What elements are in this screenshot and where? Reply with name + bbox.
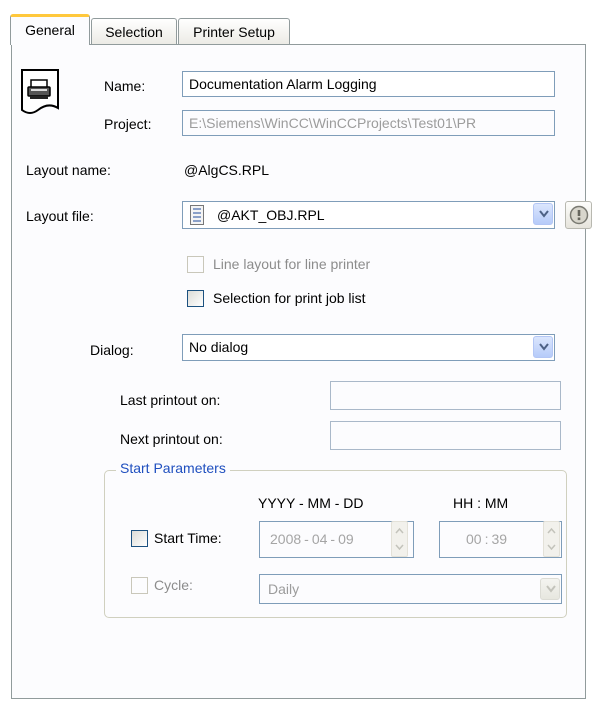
tab-printer-setup[interactable]: Printer Setup bbox=[178, 18, 290, 44]
start-minute: 39 bbox=[491, 531, 508, 547]
selection-print-checkbox[interactable] bbox=[187, 290, 204, 307]
chevron-down-icon bbox=[539, 210, 549, 218]
name-label: Name: bbox=[104, 78, 146, 94]
dialog-combo[interactable]: No dialog bbox=[182, 334, 555, 361]
layout-file-combo[interactable]: @AKT_OBJ.RPL bbox=[182, 201, 555, 229]
tab-general[interactable]: General bbox=[10, 14, 90, 45]
last-printout-label: Last printout on: bbox=[120, 392, 221, 408]
chevron-down-icon bbox=[539, 343, 549, 351]
time-spin-button[interactable] bbox=[543, 521, 560, 557]
cycle-combo[interactable]: Daily bbox=[259, 574, 562, 604]
selection-print-label: Selection for print job list bbox=[213, 290, 366, 306]
cycle-label: Cycle: bbox=[154, 577, 193, 593]
date-format-label: YYYY - MM - DD bbox=[258, 495, 364, 511]
chevron-down-icon bbox=[547, 544, 556, 551]
start-time-checkbox[interactable] bbox=[131, 530, 148, 547]
next-printout-field bbox=[330, 421, 561, 450]
time-format-label: HH : MM bbox=[453, 495, 509, 511]
layout-file-label: Layout file: bbox=[26, 208, 94, 224]
dialog-dropdown-button[interactable] bbox=[533, 336, 553, 358]
document-icon bbox=[190, 205, 204, 225]
project-field: E:\Siemens\WinCC\WinCCProjects\Test01\PR bbox=[182, 110, 555, 136]
start-time-label: Start Time: bbox=[154, 530, 222, 546]
start-year: 2008 bbox=[270, 531, 302, 547]
info-icon bbox=[569, 205, 589, 225]
start-month: 04 bbox=[311, 531, 328, 547]
chevron-up-icon bbox=[547, 527, 556, 534]
cycle-value: Daily bbox=[268, 581, 300, 597]
layout-file-dropdown-button[interactable] bbox=[533, 203, 553, 225]
chevron-down-icon bbox=[546, 585, 556, 593]
chevron-up-icon bbox=[395, 527, 404, 534]
date-spin-button[interactable] bbox=[391, 521, 408, 557]
project-label: Project: bbox=[104, 116, 152, 132]
cycle-checkbox[interactable] bbox=[131, 577, 148, 594]
dialog-label: Dialog: bbox=[90, 342, 134, 358]
tab-selection[interactable]: Selection bbox=[91, 18, 177, 44]
name-field[interactable]: Documentation Alarm Logging bbox=[182, 71, 555, 97]
cycle-dropdown-button[interactable] bbox=[540, 578, 560, 600]
printer-icon bbox=[20, 68, 60, 118]
dialog-value: No dialog bbox=[189, 339, 249, 355]
layout-file-value: @AKT_OBJ.RPL bbox=[217, 207, 325, 223]
chevron-down-icon bbox=[395, 544, 404, 551]
start-day: 09 bbox=[338, 531, 354, 547]
next-printout-label: Next printout on: bbox=[120, 431, 223, 447]
layout-info-button[interactable] bbox=[565, 201, 592, 229]
layout-name-value: @AlgCS.RPL bbox=[184, 162, 270, 178]
layout-name-label: Layout name: bbox=[26, 162, 111, 178]
start-hour: 00 bbox=[466, 531, 482, 547]
line-layout-checkbox[interactable] bbox=[187, 256, 204, 273]
last-printout-field bbox=[330, 381, 561, 410]
line-layout-label: Line layout for line printer bbox=[213, 256, 371, 272]
start-parameters-title: Start Parameters bbox=[116, 460, 230, 476]
